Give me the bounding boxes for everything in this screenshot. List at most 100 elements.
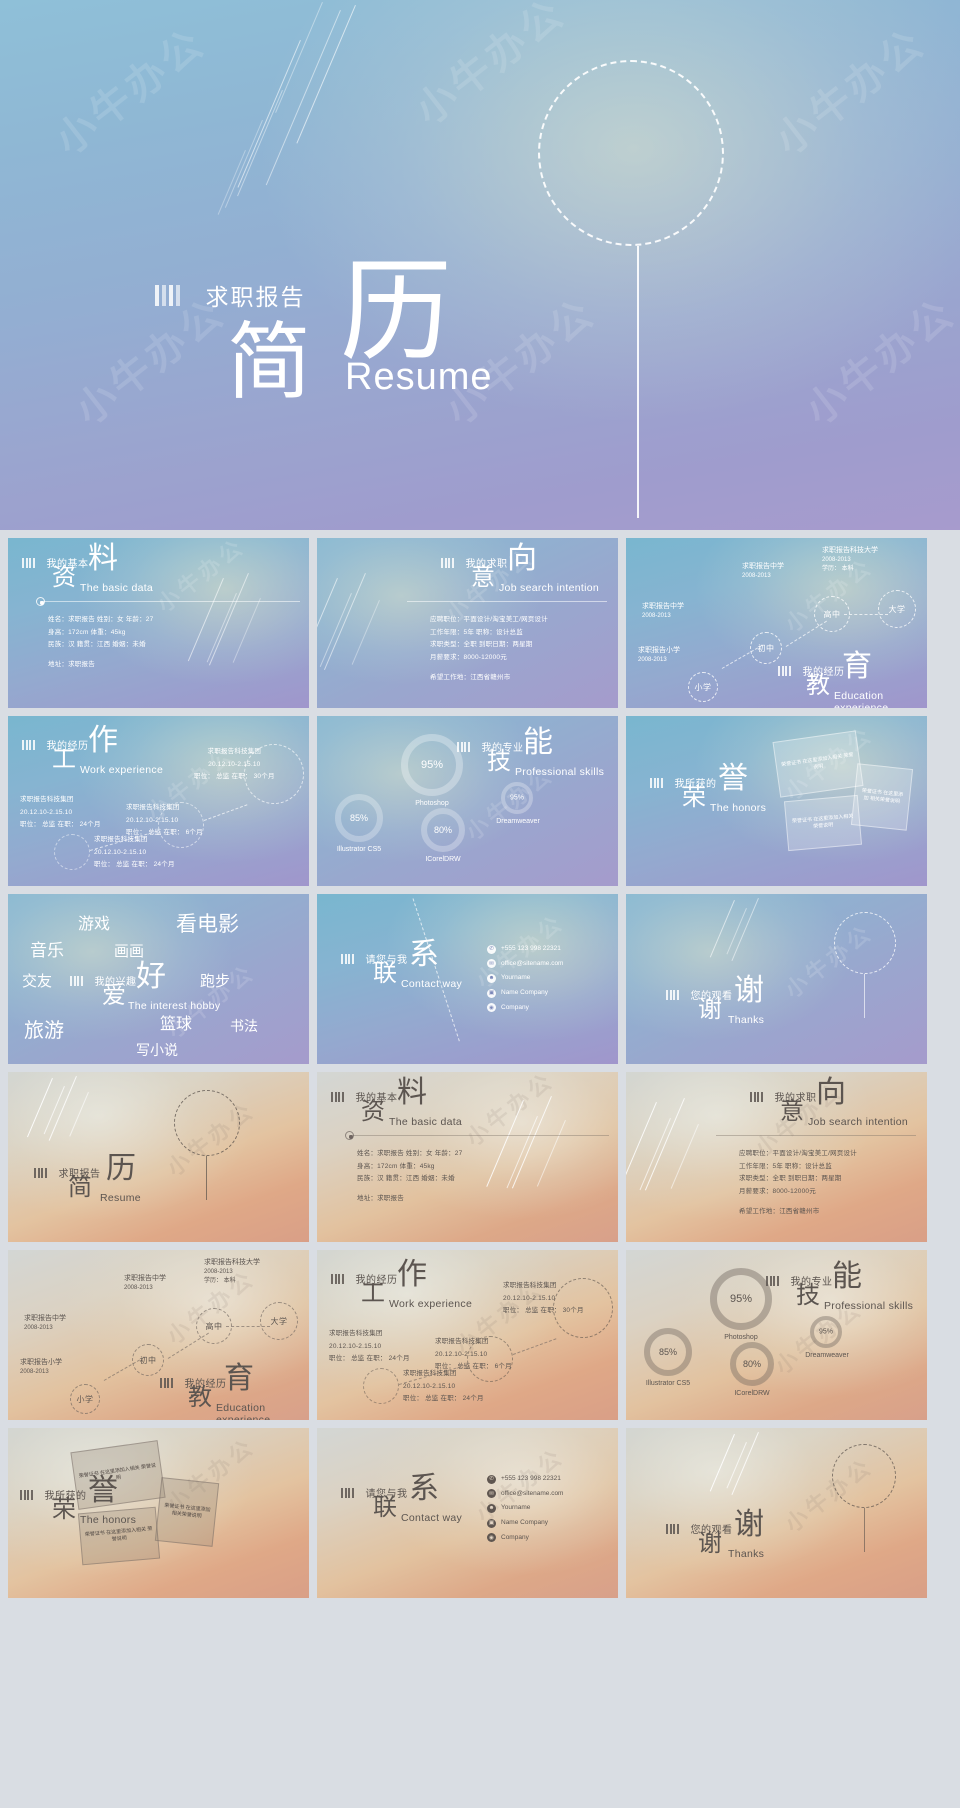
slide-headline-en: The honors (710, 802, 767, 814)
slide-education-experience-warm[interactable]: 小牛办公 小学 初中 高中 大学 求职报告小学 2008-2013 求职报告中学… (8, 1250, 309, 1420)
skill-ring-photoshop: 95% (710, 1268, 772, 1330)
info-row: 希望工作地：江西省赣州市 (430, 673, 511, 681)
contact-list: ✆ +555 123 998 22321 ✉ office@sitename.c… (487, 1472, 563, 1545)
slide-honors[interactable]: 小牛办公 荣誉证书 在这里添加入相关 荣誉说明 荣誉证书 在这里添加 相关荣誉说… (626, 716, 927, 886)
info-row: 求职类型：全职 到职日期：两星期 (430, 641, 533, 649)
work-period: 20.12.10-2.15.10 (208, 760, 261, 768)
basic-info-list: 姓名：求职报告 姓别：女 年龄：27 身高：172cm 体重：45kg 民族：汉… (357, 1148, 462, 1206)
slide-basic-data-warm[interactable]: 小牛办公 我的基本 料 资 The basic data 姓名：求职报告 姓别：… (317, 1072, 618, 1242)
contact-item-company: ▣ Name Company (487, 1516, 563, 1531)
dashed-circle (363, 1368, 399, 1404)
slide-honors-warm[interactable]: 小牛办公 荣誉证书 在这里添加入相关 荣誉说明 荣誉证书 在这里添加 相关荣誉说… (8, 1428, 309, 1598)
contact-item-mail: ✉ office@sitename.com (487, 1487, 563, 1502)
slide-headline-en: Work experience (80, 764, 164, 776)
hobby-word: 音乐 (30, 941, 64, 960)
divider-dot (36, 597, 45, 606)
slide-cover-warm[interactable]: 小牛办公 求职报告 历 简 Resume (8, 1072, 309, 1242)
cover-headline-en: Resume (345, 356, 493, 398)
slide-headline-char-1: 能 (832, 1260, 862, 1293)
slide-headline-char-2: 教 (806, 672, 830, 699)
node-title: 求职报告中学 (742, 563, 784, 570)
phone-icon: ✆ (487, 944, 496, 954)
work-detail: 职位： 总监 在职： 24个月 (94, 861, 175, 869)
info-row: 地址：求职报告 (357, 1195, 404, 1203)
slide-job-intention-warm[interactable]: 小牛办公 我的求职 向 意 Job search intention 应聘职位：… (626, 1072, 927, 1242)
skill-value: 80% (433, 825, 452, 835)
skill-label: Dreamweaver (496, 818, 540, 825)
slide-headline-en: Work experience (389, 1298, 473, 1310)
four-bars-icon (155, 284, 183, 306)
node-years: 2008-2013 (742, 573, 771, 580)
slide-headline-en: Contact way (401, 1512, 463, 1524)
work-company: 求职报告科技集团 (20, 796, 74, 803)
contact-text: Name Company (501, 988, 548, 996)
slide-job-intention[interactable]: 小牛办公 我的求职 向 意 Job search intention 应聘职位：… (317, 538, 618, 708)
slide-contact-way[interactable]: 小牛办公 请您与我 系 联 Contact way ✆ +555 123 998… (317, 894, 618, 1064)
work-company: 求职报告科技集团 (94, 836, 148, 843)
hobby-word: 旅游 (24, 1020, 64, 1042)
slide-basic-data[interactable]: 小牛办公 我的基本 料 资 The basic data 姓名：求职报告 姓别：… (8, 538, 309, 708)
slide-headline-en: Thanks (728, 1548, 765, 1560)
honor-certificate-2: 荣誉证书 在这里添加 相关荣誉说明 (850, 763, 914, 831)
node-label: 高中 (823, 609, 841, 619)
node-years: 2008-2013 (822, 557, 851, 564)
slide-thanks[interactable]: 小牛办公 您的观看 谢 谢 Thanks (626, 894, 927, 1064)
skill-ring-illustrator: 85% (644, 1328, 692, 1376)
work-entry-2: 求职报告科技集团 20.12.10-2.15.10 职位： 总监 在职： 24个… (20, 794, 101, 832)
education-node-university: 大学 (878, 590, 916, 628)
info-row: 地址：求职报告 (48, 661, 95, 669)
slide-thanks-warm[interactable]: 小牛办公 您的观看 谢 谢 Thanks (626, 1428, 927, 1598)
slide-headline-char-1: 向 (507, 542, 537, 575)
slide-headline-en: Education experience (834, 690, 889, 708)
skill-value: 85% (349, 813, 368, 823)
slide-headline-char-2: 意 (471, 564, 495, 591)
work-company: 求职报告科技集团 (207, 748, 262, 755)
education-label-senior: 求职报告中学 2008-2013 (124, 1274, 166, 1293)
work-company: 求职报告科技集团 (403, 1370, 457, 1377)
hobby-word: 游戏 (78, 916, 111, 933)
slide-headline-char-2: 谢 (698, 996, 722, 1023)
work-entry-4: 求职报告科技集团 20.12.10-2.15.10 职位： 总监 在职： 24个… (403, 1368, 484, 1406)
cover-slide[interactable]: 小牛办公 小牛办公 小牛办公 小牛办公 小牛办公 小牛办公 求职报告 历 简 R… (0, 0, 960, 530)
info-row: 工作年限：5年 职称：设计总监 (430, 628, 523, 636)
node-label: 大学 (270, 1316, 288, 1326)
skill-value: 80% (742, 1359, 761, 1369)
slide-work-experience-warm[interactable]: 小牛办公 我的经历 作 工 Work experience 求职报告科技集团 2… (317, 1250, 618, 1420)
slide-interest-hobby[interactable]: 小牛办公 游戏 看电影 音乐 画画 交友 跑步 旅游 篮球 书法 写小说 我的兴… (8, 894, 309, 1064)
work-period: 20.12.10-2.15.10 (503, 1294, 556, 1302)
education-label-primary: 求职报告小学 2008-2013 (638, 646, 680, 665)
education-node-senior: 高中 (196, 1308, 232, 1344)
node-title: 求职报告中学 (24, 1315, 66, 1322)
slide-headline-char-2: 意 (780, 1098, 804, 1125)
hobby-word: 交友 (22, 973, 53, 990)
four-bars-icon (331, 1088, 345, 1105)
slide-headline-char-1: 历 (106, 1152, 136, 1185)
skill-label: Illustrator CS5 (645, 1380, 691, 1387)
education-node-junior: 初中 (132, 1344, 164, 1376)
work-period: 20.12.10-2.15.10 (126, 816, 179, 824)
slide-work-experience[interactable]: 小牛办公 我的经历 作 工 Work experience 求职报告科技集团 2… (8, 716, 309, 886)
slide-headline-char-1: 系 (409, 1472, 439, 1505)
slide-headline-en: Resume (100, 1192, 141, 1204)
user-icon: ☻ (487, 1504, 496, 1514)
slide-headline-char-1: 料 (397, 1076, 427, 1109)
work-period: 20.12.10-2.15.10 (435, 1350, 488, 1358)
info-row: 应聘职位：平面设计/淘宝美工/网页设计 (430, 616, 548, 623)
slide-contact-way-warm[interactable]: 小牛办公 请您与我 系 联 Contact way ✆ +555 123 998… (317, 1428, 618, 1598)
info-row: 应聘职位：平面设计/淘宝美工/网页设计 (739, 1150, 857, 1157)
slide-headline-char-2: 技 (487, 748, 511, 775)
slide-headline-char-2: 谢 (698, 1530, 722, 1557)
work-detail: 职位： 总监 在职： 24个月 (20, 821, 101, 829)
info-row: 月薪要求：8000-12000元 (430, 654, 507, 662)
building-icon: ▣ (487, 1518, 496, 1528)
watermark: 小牛办公 (767, 20, 934, 164)
education-label-junior: 求职报告中学 2008-2013 (24, 1314, 66, 1333)
slide-professional-skills[interactable]: 小牛办公 95% Photoshop 85% Illustrator CS5 8… (317, 716, 618, 886)
four-bars-icon (70, 972, 84, 989)
contact-item-phone: ✆ +555 123 998 22321 (487, 942, 563, 957)
slide-professional-skills-warm[interactable]: 小牛办公 95% Photoshop 85% Illustrator CS5 8… (626, 1250, 927, 1420)
slide-education-experience[interactable]: 小牛办公 小学 初中 高中 大学 求职报告小学 2008-2013 求职报告中学… (626, 538, 927, 708)
divider-dot (345, 1131, 354, 1140)
slide-headline-en: The basic data (389, 1116, 463, 1128)
intention-info-list: 应聘职位：平面设计/淘宝美工/网页设计 工作年限：5年 职称：设计总监 求职类型… (430, 614, 548, 684)
